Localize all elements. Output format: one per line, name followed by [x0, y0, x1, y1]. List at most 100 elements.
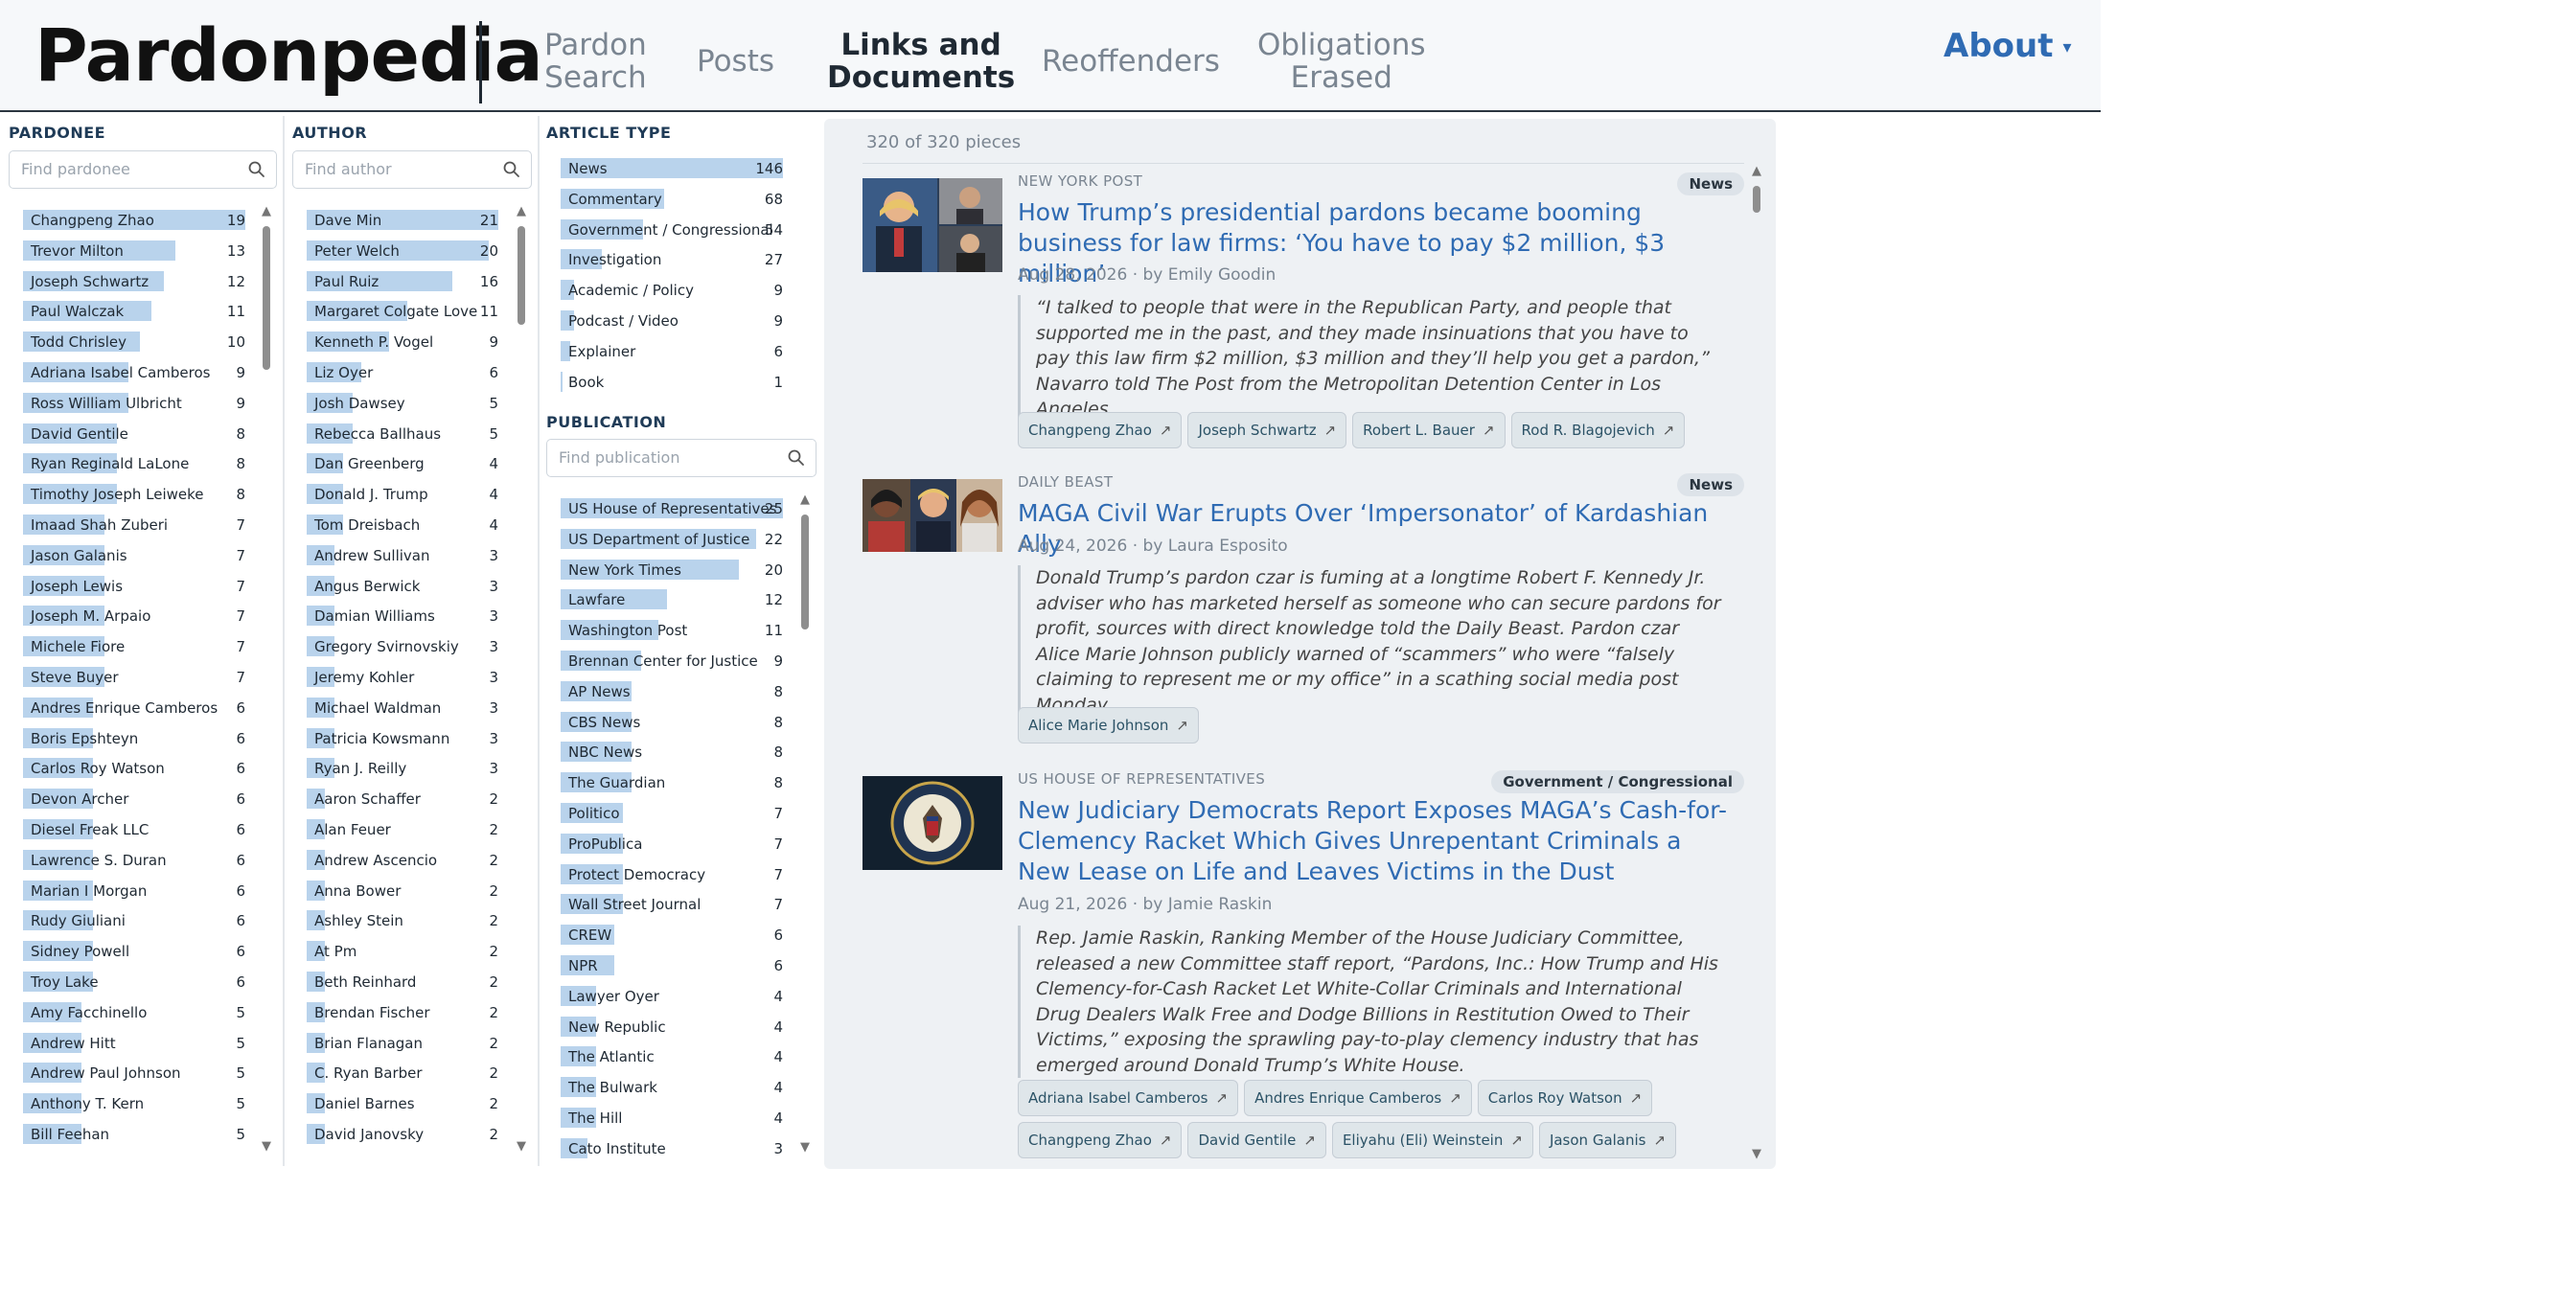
nav-reoffenders[interactable]: Reoffenders: [1042, 45, 1220, 78]
pardonee-tag[interactable]: Joseph Schwartz ↗: [1187, 412, 1347, 448]
author-search[interactable]: [292, 150, 532, 189]
article-thumbnail[interactable]: [862, 776, 1002, 870]
facet-item[interactable]: US House of Representatives 25: [561, 493, 783, 524]
facet-item[interactable]: Adriana Isabel Camberos 9: [23, 357, 245, 388]
facet-item[interactable]: Washington Post 11: [561, 615, 783, 646]
search-icon[interactable]: [247, 160, 266, 179]
facet-item[interactable]: Lawrence S. Duran 6: [23, 845, 245, 876]
publication-search-input[interactable]: [559, 448, 779, 467]
facet-item[interactable]: Protect Democracy 7: [561, 859, 783, 890]
pardonee-tag[interactable]: Changpeng Zhao ↗: [1018, 412, 1183, 448]
pardonee-tag[interactable]: Eliyahu (Eli) Weinstein ↗: [1331, 1122, 1533, 1158]
facet-item[interactable]: David Janovsky 2: [307, 1119, 498, 1150]
pardonee-tag[interactable]: Robert L. Bauer ↗: [1352, 412, 1506, 448]
scroll-down-arrow-icon[interactable]: ▼: [798, 1141, 812, 1155]
facet-item[interactable]: Patricia Kowsmann 3: [307, 723, 498, 754]
facet-item[interactable]: Tom Dreisbach 4: [307, 510, 498, 540]
scroll-down-arrow-icon[interactable]: ▼: [260, 1140, 273, 1154]
facet-item[interactable]: Rebecca Ballhaus 5: [307, 419, 498, 449]
facet-item[interactable]: Steve Buyer 7: [23, 662, 245, 693]
facet-item[interactable]: Michele Fiore 7: [23, 631, 245, 662]
facet-item[interactable]: Beth Reinhard 2: [307, 967, 498, 997]
facet-item[interactable]: Troy Lake 6: [23, 967, 245, 997]
facet-item[interactable]: Cato Institute 3: [561, 1133, 783, 1164]
scroll-up-arrow-icon[interactable]: ▲: [798, 493, 812, 507]
facet-item[interactable]: CREW 6: [561, 920, 783, 950]
search-icon[interactable]: [787, 448, 806, 468]
site-logo[interactable]: Pardonpedia: [34, 10, 543, 102]
facet-item[interactable]: Andrew Sullivan 3: [307, 540, 498, 571]
nav-pardon-search[interactable]: Pardon Search: [544, 29, 647, 94]
facet-item[interactable]: Liz Oyer 6: [307, 357, 498, 388]
facet-item[interactable]: Paul Ruiz 16: [307, 266, 498, 297]
facet-item[interactable]: Alan Feuer 2: [307, 814, 498, 845]
facet-item[interactable]: Gregory Svirnovskiy 3: [307, 631, 498, 662]
facet-item[interactable]: Trevor Milton 13: [23, 236, 245, 266]
facet-item[interactable]: Commentary 68: [561, 184, 783, 215]
scroll-down-arrow-icon[interactable]: ▼: [1750, 1148, 1763, 1161]
facet-item[interactable]: Ross William Ulbricht 9: [23, 388, 245, 419]
facet-item[interactable]: Academic / Policy 9: [561, 275, 783, 306]
facet-item[interactable]: Joseph Schwartz 12: [23, 266, 245, 297]
pardonee-search[interactable]: [9, 150, 277, 189]
pardonee-tag[interactable]: David Gentile ↗: [1187, 1122, 1326, 1158]
facet-item[interactable]: Lawyer Oyer 4: [561, 981, 783, 1012]
pardonee-tag[interactable]: Jason Galanis ↗: [1538, 1122, 1677, 1158]
facet-item[interactable]: New York Times 20: [561, 555, 783, 585]
facet-item[interactable]: Andrew Ascencio 2: [307, 845, 498, 876]
article-thumbnail[interactable]: [862, 479, 1002, 552]
scroll-up-arrow-icon[interactable]: ▲: [260, 205, 273, 218]
facet-item[interactable]: Jason Galanis 7: [23, 540, 245, 571]
facet-item[interactable]: Andrew Paul Johnson 5: [23, 1058, 245, 1088]
scroll-thumb[interactable]: [801, 515, 809, 629]
scroll-up-arrow-icon[interactable]: ▲: [1750, 165, 1763, 178]
facet-item[interactable]: Dave Min 21: [307, 205, 498, 236]
search-icon[interactable]: [502, 160, 521, 179]
facet-item[interactable]: Marian I Morgan 6: [23, 876, 245, 906]
facet-item[interactable]: NPR 6: [561, 950, 783, 981]
scroll-thumb[interactable]: [263, 226, 270, 370]
facet-item[interactable]: Rudy Giuliani 6: [23, 905, 245, 936]
author-scrollbar[interactable]: ▲ ▼: [515, 205, 528, 1154]
facet-item[interactable]: Ryan Reginald LaLone 8: [23, 448, 245, 479]
facet-item[interactable]: Angus Berwick 3: [307, 571, 498, 602]
facet-item[interactable]: The Guardian 8: [561, 767, 783, 798]
facet-item[interactable]: Boris Epshteyn 6: [23, 723, 245, 754]
facet-item[interactable]: US Department of Justice 22: [561, 524, 783, 555]
facet-item[interactable]: New Republic 4: [561, 1012, 783, 1042]
facet-item[interactable]: News 146: [561, 153, 783, 184]
facet-item[interactable]: Michael Waldman 3: [307, 693, 498, 723]
facet-item[interactable]: David Gentile 8: [23, 419, 245, 449]
facet-item[interactable]: Aaron Schaffer 2: [307, 784, 498, 814]
facet-item[interactable]: Lawfare 12: [561, 584, 783, 615]
facet-item[interactable]: Bill Feehan 5: [23, 1119, 245, 1150]
facet-item[interactable]: Imaad Shah Zuberi 7: [23, 510, 245, 540]
nav-obligations-erased[interactable]: Obligations Erased: [1257, 29, 1426, 94]
scroll-down-arrow-icon[interactable]: ▼: [515, 1140, 528, 1154]
facet-item[interactable]: Timothy Joseph Leiweke 8: [23, 479, 245, 510]
about-menu[interactable]: About ▾: [1944, 27, 2072, 65]
facet-item[interactable]: Kenneth P. Vogel 9: [307, 327, 498, 357]
pardonee-tag[interactable]: Rod R. Blagojevich ↗: [1510, 412, 1686, 448]
facet-item[interactable]: Book 1: [561, 367, 783, 398]
facet-item[interactable]: Anthony T. Kern 5: [23, 1088, 245, 1119]
results-scrollbar[interactable]: ▲ ▼: [1750, 165, 1763, 1161]
facet-item[interactable]: NBC News 8: [561, 737, 783, 767]
facet-item[interactable]: Peter Welch 20: [307, 236, 498, 266]
facet-item[interactable]: Dan Greenberg 4: [307, 448, 498, 479]
facet-item[interactable]: Carlos Roy Watson 6: [23, 753, 245, 784]
pardonee-tag[interactable]: Changpeng Zhao ↗: [1018, 1122, 1183, 1158]
facet-item[interactable]: Andres Enrique Camberos 6: [23, 693, 245, 723]
facet-item[interactable]: Amy Facchinello 5: [23, 997, 245, 1028]
facet-item[interactable]: Brian Flanagan 2: [307, 1028, 498, 1059]
pardonee-tag[interactable]: Andres Enrique Camberos ↗: [1244, 1080, 1472, 1116]
facet-item[interactable]: Investigation 27: [561, 244, 783, 275]
scroll-up-arrow-icon[interactable]: ▲: [515, 205, 528, 218]
facet-item[interactable]: Brennan Center for Justice 9: [561, 646, 783, 676]
article-title-link[interactable]: New Judiciary Democrats Report Exposes M…: [1018, 795, 1727, 887]
facet-item[interactable]: Brendan Fischer 2: [307, 997, 498, 1028]
facet-item[interactable]: Ryan J. Reilly 3: [307, 753, 498, 784]
facet-item[interactable]: Joseph Lewis 7: [23, 571, 245, 602]
facet-item[interactable]: Ashley Stein 2: [307, 905, 498, 936]
facet-item[interactable]: Andrew Hitt 5: [23, 1028, 245, 1059]
